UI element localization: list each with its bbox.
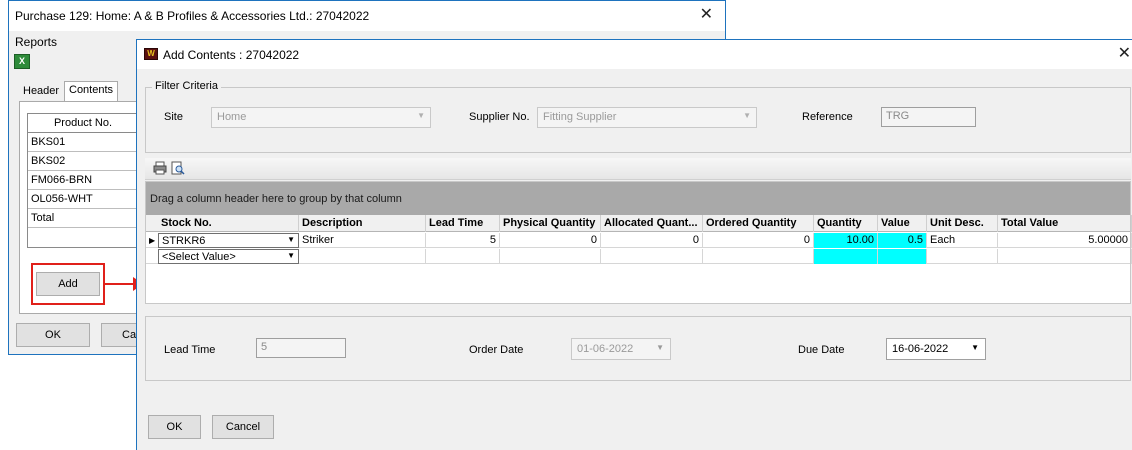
col-physical-quantity[interactable]: Physical Quantity bbox=[500, 215, 601, 232]
order-date-label: Order Date bbox=[469, 344, 524, 356]
order-date-picker[interactable]: 01-06-2022 ▼ bbox=[571, 338, 671, 360]
due-date-value: 16-06-2022 bbox=[892, 343, 949, 355]
physical-quantity-cell[interactable]: 0 bbox=[500, 233, 601, 248]
chevron-down-icon[interactable]: ▼ bbox=[287, 251, 295, 260]
empty-row[interactable] bbox=[28, 228, 138, 247]
col-quantity[interactable]: Quantity bbox=[814, 215, 878, 232]
lead-time-cell[interactable]: 5 bbox=[426, 233, 500, 248]
value-cell[interactable] bbox=[878, 249, 927, 264]
stock-no-select-cell[interactable]: <Select Value> ▼ bbox=[158, 249, 299, 264]
due-date-picker[interactable]: 16-06-2022 ▼ bbox=[886, 338, 986, 360]
lead-time-label: Lead Time bbox=[164, 344, 216, 356]
excel-export-icon[interactable]: X bbox=[14, 54, 30, 69]
col-total-value[interactable]: Total Value bbox=[998, 215, 1132, 232]
total-value-cell[interactable] bbox=[998, 249, 1132, 264]
due-date-label: Due Date bbox=[798, 344, 845, 356]
lead-time-field[interactable]: 5 bbox=[256, 338, 346, 358]
col-value[interactable]: Value bbox=[878, 215, 927, 232]
chevron-down-icon: ▼ bbox=[743, 111, 751, 120]
dialog-close-icon[interactable]: ✕ bbox=[1118, 46, 1131, 62]
purchase-cancel-button[interactable]: Canc bbox=[101, 323, 148, 347]
supplier-select[interactable]: Fitting Supplier ▼ bbox=[537, 107, 757, 128]
purchase-ok-button[interactable]: OK bbox=[16, 323, 90, 347]
product-row[interactable]: OL056-WHT bbox=[28, 190, 138, 209]
product-row[interactable]: BKS02 bbox=[28, 152, 138, 171]
product-row[interactable]: FM066-BRN bbox=[28, 171, 138, 190]
total-row: Total bbox=[28, 209, 138, 228]
callout-arrow-line bbox=[105, 283, 135, 285]
menu-reports[interactable]: Reports bbox=[15, 35, 57, 49]
quantity-cell[interactable]: 10.00 bbox=[814, 233, 878, 248]
grid-toolbar bbox=[145, 158, 1131, 180]
description-cell[interactable]: Striker bbox=[299, 233, 426, 248]
ordered-quantity-cell[interactable]: 0 bbox=[703, 233, 814, 248]
print-preview-icon[interactable] bbox=[171, 161, 185, 175]
chevron-down-icon: ▼ bbox=[417, 111, 425, 120]
cancel-button[interactable]: Cancel bbox=[212, 415, 274, 439]
product-grid: Product No. BKS01 BKS02 FM066-BRN OL056-… bbox=[27, 113, 139, 248]
column-header-row: Stock No. Description Lead Time Physical… bbox=[146, 215, 1132, 232]
physical-quantity-cell[interactable] bbox=[500, 249, 601, 264]
chevron-down-icon: ▼ bbox=[656, 343, 664, 352]
print-icon[interactable] bbox=[153, 161, 167, 175]
unit-desc-cell[interactable] bbox=[927, 249, 998, 264]
site-label: Site bbox=[164, 111, 183, 123]
reference-label: Reference bbox=[802, 111, 853, 123]
order-date-value: 01-06-2022 bbox=[577, 343, 634, 355]
app-logo-icon: W bbox=[144, 48, 158, 60]
lead-time-cell[interactable] bbox=[426, 249, 500, 264]
select-value-placeholder: <Select Value> bbox=[162, 251, 236, 263]
col-description[interactable]: Description bbox=[299, 215, 426, 232]
tab-contents[interactable]: Contents bbox=[64, 81, 119, 102]
col-lead-time[interactable]: Lead Time bbox=[426, 215, 500, 232]
col-stock-no[interactable]: Stock No. bbox=[158, 215, 299, 232]
row-pointer-icon: ▶ bbox=[149, 236, 156, 245]
site-select[interactable]: Home ▼ bbox=[211, 107, 431, 128]
col-allocated-quantity[interactable]: Allocated Quant... bbox=[601, 215, 703, 232]
dialog-title: Add Contents : 27042022 bbox=[137, 40, 1132, 69]
supplier-value: Fitting Supplier bbox=[543, 111, 617, 123]
col-unit-desc[interactable]: Unit Desc. bbox=[927, 215, 998, 232]
contents-grid: Drag a column header here to group by th… bbox=[145, 181, 1132, 304]
dates-group: Lead Time 5 Order Date 01-06-2022 ▼ Due … bbox=[145, 316, 1131, 381]
unit-desc-cell[interactable]: Each bbox=[927, 233, 998, 248]
stock-no-cell[interactable]: STRKR6 ▼ bbox=[158, 233, 299, 248]
description-cell[interactable] bbox=[299, 249, 426, 264]
chevron-down-icon[interactable]: ▼ bbox=[287, 235, 295, 244]
supplier-label: Supplier No. bbox=[469, 111, 530, 123]
table-row-new[interactable]: <Select Value> ▼ bbox=[146, 249, 1132, 264]
site-value: Home bbox=[217, 111, 247, 123]
purchase-close-icon[interactable]: ✕ bbox=[700, 7, 713, 23]
product-no-header[interactable]: Product No. bbox=[28, 114, 138, 133]
product-row[interactable]: BKS01 bbox=[28, 133, 138, 152]
add-highlight bbox=[31, 263, 105, 305]
value-cell[interactable]: 0.5 bbox=[878, 233, 927, 248]
allocated-quantity-cell[interactable]: 0 bbox=[601, 233, 703, 248]
total-value-cell[interactable]: 5.00000 bbox=[998, 233, 1132, 248]
quantity-cell[interactable] bbox=[814, 249, 878, 264]
table-row[interactable]: ▶ STRKR6 ▼ Striker 5 0 0 0 10.00 0.5 Eac… bbox=[146, 233, 1132, 248]
group-by-panel[interactable]: Drag a column header here to group by th… bbox=[146, 182, 1130, 215]
ordered-quantity-cell[interactable] bbox=[703, 249, 814, 264]
stock-no-value: STRKR6 bbox=[162, 235, 206, 247]
chevron-down-icon: ▼ bbox=[971, 343, 979, 352]
reference-field[interactable]: TRG bbox=[881, 107, 976, 127]
col-ordered-quantity[interactable]: Ordered Quantity bbox=[703, 215, 814, 232]
ok-button[interactable]: OK bbox=[148, 415, 201, 439]
filter-criteria-legend: Filter Criteria bbox=[152, 80, 221, 92]
allocated-quantity-cell[interactable] bbox=[601, 249, 703, 264]
purchase-window-title: Purchase 129: Home: A & B Profiles & Acc… bbox=[9, 1, 725, 31]
add-contents-dialog: Add Contents : 27042022 W ✕ Filter Crite… bbox=[136, 39, 1132, 450]
filter-criteria-group: Filter Criteria Site Home ▼ Supplier No.… bbox=[145, 80, 1131, 153]
tab-header[interactable]: Header bbox=[19, 83, 63, 101]
